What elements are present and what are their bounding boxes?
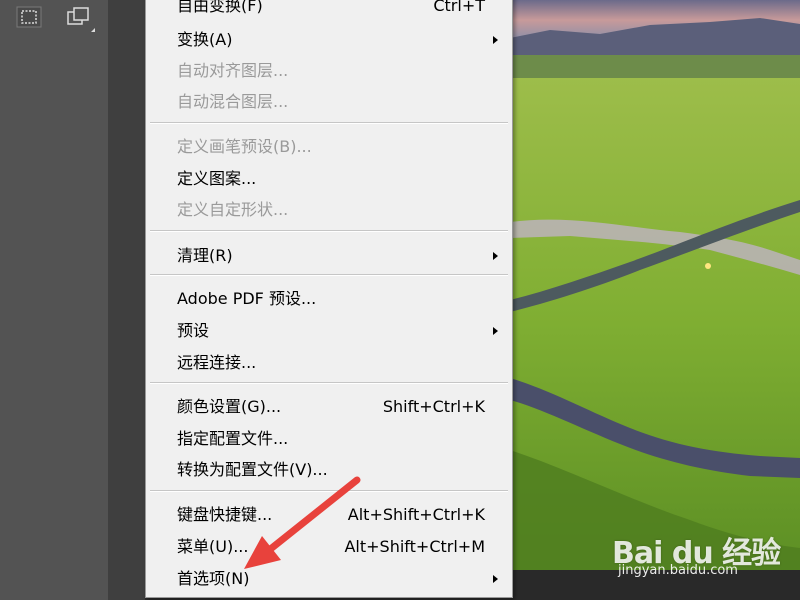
menu-item-free-transform[interactable]: 自由变换(F) Ctrl+T (146, 0, 512, 21)
menu-item-label: 远程连接... (177, 353, 257, 372)
menu-item-label: 自动对齐图层... (177, 61, 289, 80)
menu-item-label: 自动混合图层... (177, 92, 289, 111)
landscape-photo (510, 0, 800, 570)
submenu-arrow-icon (493, 575, 498, 583)
menu-item-label: 转换为配置文件(V)... (177, 460, 328, 479)
menu-item-label: 菜单(U)... (177, 537, 249, 556)
menu-item-shortcut: Alt+Shift+Ctrl+K (347, 505, 485, 524)
menu-item-remote-connections[interactable]: 远程连接... (146, 348, 512, 378)
edit-menu: 自由变换(F) Ctrl+T 变换(A) 自动对齐图层... 自动混合图层...… (145, 0, 513, 598)
submenu-arrow-icon (493, 327, 498, 335)
menu-item-label: 指定配置文件... (177, 429, 289, 448)
menu-item-define-custom-shape[interactable]: 定义自定形状... (146, 195, 512, 225)
menu-item-define-brush-preset[interactable]: 定义画笔预设(B)... (146, 132, 512, 162)
menu-item-label: 定义画笔预设(B)... (177, 137, 312, 156)
menu-item-auto-align-layers[interactable]: 自动对齐图层... (146, 56, 512, 86)
menu-item-assign-profile[interactable]: 指定配置文件... (146, 424, 512, 454)
submenu-arrow-icon (493, 36, 498, 44)
menu-item-shortcut: Shift+Ctrl+K (382, 397, 485, 416)
menu-separator (150, 230, 508, 232)
menu-item-shortcut: Alt+Shift+Ctrl+M (344, 537, 485, 556)
menu-item-label: Adobe PDF 预设... (177, 289, 317, 308)
menu-item-define-pattern[interactable]: 定义图案... (146, 164, 512, 194)
menu-item-label: 变换(A) (177, 30, 233, 49)
menu-item-label: 颜色设置(G)... (177, 397, 282, 416)
menu-separator (150, 274, 508, 276)
menu-item-auto-blend-layers[interactable]: 自动混合图层... (146, 87, 512, 117)
menu-item-label: 自由变换(F) (177, 0, 263, 15)
menu-item-shortcut: Ctrl+T (433, 0, 485, 15)
menu-item-keyboard-shortcuts[interactable]: 键盘快捷键... Alt+Shift+Ctrl+K (146, 500, 512, 530)
menu-separator (150, 382, 508, 384)
menu-separator (150, 122, 508, 124)
menu-item-convert-to-profile[interactable]: 转换为配置文件(V)... (146, 455, 512, 485)
menu-item-menus[interactable]: 菜单(U)... Alt+Shift+Ctrl+M (146, 532, 512, 562)
menu-item-purge[interactable]: 清理(R) (146, 241, 512, 271)
panel-gap (108, 0, 145, 600)
menu-item-preferences[interactable]: 首选项(N) (146, 564, 512, 594)
menu-item-presets[interactable]: 预设 (146, 316, 512, 346)
menu-item-label: 定义自定形状... (177, 200, 289, 219)
menu-item-label: 预设 (177, 321, 210, 340)
tool-options-panel (0, 0, 109, 600)
watermark-url: jingyan.baidu.com (618, 563, 738, 578)
submenu-arrow-icon (493, 252, 498, 260)
layers-icon[interactable] (64, 6, 98, 38)
menu-item-label: 定义图案... (177, 169, 257, 188)
menu-item-adobe-pdf-presets[interactable]: Adobe PDF 预设... (146, 284, 512, 314)
menu-item-label: 清理(R) (177, 246, 233, 265)
menu-item-label: 首选项(N) (177, 569, 250, 588)
menu-item-color-settings[interactable]: 颜色设置(G)... Shift+Ctrl+K (146, 392, 512, 422)
rectangular-marquee-icon[interactable] (16, 6, 42, 32)
document-canvas[interactable] (510, 0, 800, 570)
menu-separator (150, 490, 508, 492)
menu-item-transform[interactable]: 变换(A) (146, 25, 512, 55)
menu-item-label: 键盘快捷键... (177, 505, 273, 524)
